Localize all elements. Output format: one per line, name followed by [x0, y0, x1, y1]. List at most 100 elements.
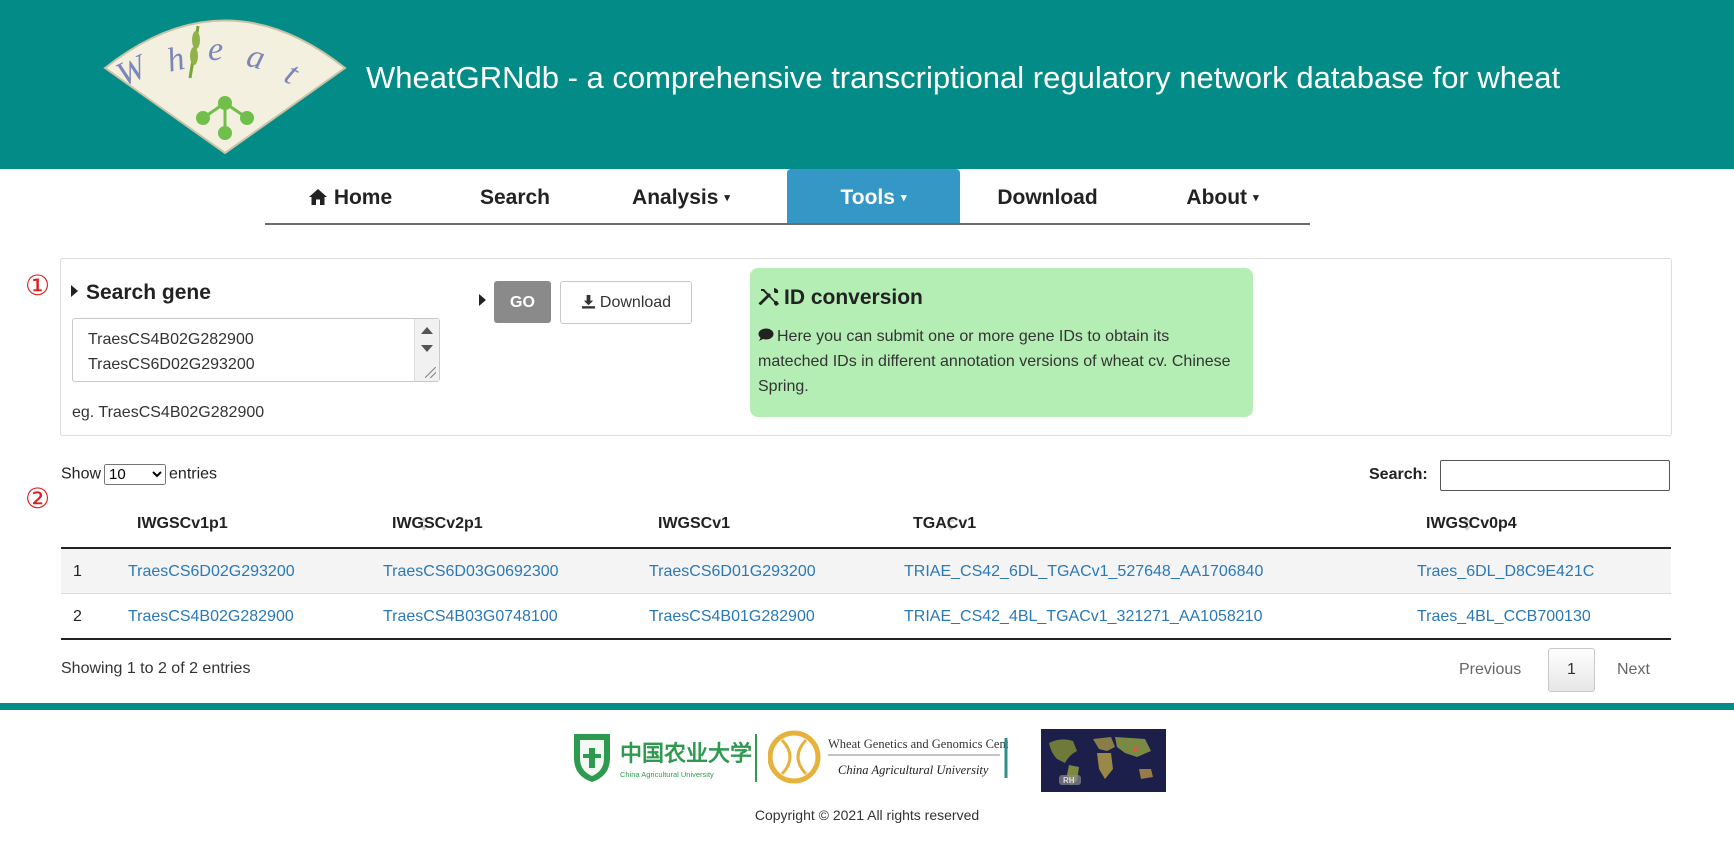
- column-label: IWGSCv1p1: [137, 515, 228, 532]
- nav-search-label: Search: [479, 186, 551, 209]
- scroll-down-icon[interactable]: [421, 345, 433, 352]
- search-panel: Search gene TraesCS4B02G282900 TraesCS6D…: [60, 258, 1672, 436]
- wggc-logo: Wheat Genetics and Genomics Center China…: [768, 730, 1008, 784]
- textarea-line: TraesCS4B02G282900: [88, 331, 254, 348]
- table-search-label: Search:: [1369, 466, 1428, 483]
- table-cell: Traes_6DL_D8C9E421C: [1417, 548, 1671, 594]
- results-table: IWGSCv1p1 IWGSCv2p1 IWGSCv1 TGACv1 IWGSC…: [61, 503, 1671, 640]
- nav-about-label: About: [1186, 186, 1248, 209]
- column-header-tgacv1[interactable]: TGACv1: [904, 503, 1417, 549]
- table-cell: TRIAE_CS42_6DL_TGACv1_527648_AA1706840: [904, 548, 1417, 594]
- table-cell: TraesCS6D01G293200: [649, 548, 904, 594]
- cau-english-name: China Agricultural University: [620, 770, 714, 779]
- row-index: 1: [73, 563, 82, 580]
- nav-tools[interactable]: Tools ▾: [787, 169, 960, 223]
- download-button-label: Download: [599, 294, 672, 311]
- caret-down-icon: ▾: [900, 192, 907, 205]
- gene-link[interactable]: TraesCS4B03G0748100: [383, 608, 558, 626]
- row-index: 2: [73, 608, 82, 625]
- wggc-subtitle: China Agricultural University: [838, 763, 989, 777]
- gene-link[interactable]: TraesCS6D02G293200: [128, 563, 295, 581]
- table-cell: Traes_4BL_CCB700130: [1417, 593, 1671, 640]
- main-nav: Home Search Analysis ▾ Tools ▾ Download Ab…: [265, 169, 1310, 225]
- gene-link[interactable]: TRIAE_CS42_6DL_TGACv1_527648_AA1706840: [904, 563, 1263, 581]
- table-cell: TraesCS6D02G293200: [128, 548, 383, 594]
- caret-down-icon: ▾: [1253, 192, 1259, 205]
- table-cell-index: 1: [61, 548, 128, 594]
- gene-link[interactable]: TRIAE_CS42_4BL_TGACv1_321271_AA1058210: [904, 608, 1262, 626]
- table-cell: TraesCS6D03G0692300: [383, 548, 649, 594]
- caret-right-icon: [479, 294, 486, 306]
- column-label: IWGSCv1: [658, 515, 731, 532]
- gene-link[interactable]: TraesCS4B01G282900: [649, 608, 815, 626]
- id-conversion-description: Here you can submit one or more gene IDs…: [758, 324, 1238, 399]
- scroll-up-icon[interactable]: [421, 327, 433, 334]
- table-cell: TraesCS4B02G282900: [128, 593, 383, 640]
- copyright-text: Copyright © 2021 All rights reserved: [754, 807, 980, 823]
- table-cell-index: 2: [61, 593, 128, 640]
- column-label: IWGSCv2p1: [392, 515, 483, 532]
- resize-handle-icon[interactable]: [425, 367, 436, 378]
- gene-id-textarea[interactable]: TraesCS4B02G282900 TraesCS6D02G293200: [72, 318, 440, 382]
- pagination-page-1[interactable]: 1: [1548, 648, 1595, 692]
- download-icon: [581, 294, 595, 309]
- gene-link[interactable]: TraesCS4B02G282900: [128, 608, 294, 626]
- nav-analysis[interactable]: Analysis ▾: [595, 169, 767, 223]
- table-info: Showing 1 to 2 of 2 entries: [61, 660, 251, 677]
- gene-link[interactable]: Traes_6DL_D8C9E421C: [1417, 563, 1594, 581]
- column-header-iwgscv2p1[interactable]: IWGSCv2p1: [383, 503, 955, 549]
- table-header-row: IWGSCv1p1 IWGSCv2p1 IWGSCv1 TGACv1 IWGSC…: [61, 503, 1671, 549]
- id-conversion-heading: ID conversion: [758, 286, 923, 310]
- id-conversion-title: ID conversion: [784, 286, 923, 309]
- map-label: RH: [1063, 776, 1075, 785]
- column-header-iwgscv1[interactable]: IWGSCv1: [649, 503, 1471, 549]
- nav-home[interactable]: Home: [265, 169, 435, 223]
- svg-text:e: e: [208, 31, 223, 68]
- nav-home-label: Home: [333, 186, 393, 209]
- footer-divider: [0, 703, 1734, 710]
- id-conversion-box: ID conversion Here you can submit one or…: [750, 268, 1253, 417]
- search-gene-title: Search gene: [86, 281, 211, 304]
- table-cell: TraesCS4B03G0748100: [383, 593, 649, 640]
- pagination-previous[interactable]: Previous: [1459, 661, 1521, 679]
- annotation-marker-2: ②: [25, 483, 51, 514]
- cau-chinese-name: 中国农业大学: [620, 741, 752, 767]
- wheat-logo: W h e a t: [103, 19, 347, 155]
- nav-search[interactable]: Search: [435, 169, 595, 223]
- length-suffix: entries: [169, 465, 218, 483]
- table-row: 2 TraesCS4B02G282900 TraesCS4B03G0748100…: [61, 593, 1671, 640]
- search-gene-heading: Search gene: [71, 281, 211, 305]
- entries-length-control: Show 10 entries: [61, 464, 217, 485]
- column-header-iwgscv0p4[interactable]: IWGSCv0p4: [1417, 503, 1671, 549]
- annotation-marker-1: ①: [25, 270, 51, 301]
- comment-icon: [758, 328, 774, 341]
- nav-tools-label: Tools: [840, 186, 895, 209]
- site-title: WheatGRNdb - a comprehensive transcripti…: [366, 60, 1561, 95]
- site-header: W h e a t WheatGRNdb - a comprehensive t…: [0, 0, 1734, 169]
- column-label: IWGSCv0p4: [1426, 515, 1517, 532]
- column-label: TGACv1: [913, 515, 977, 532]
- table-search-input[interactable]: [1440, 460, 1670, 491]
- caret-right-icon: [71, 285, 78, 297]
- nav-download-label: Download: [997, 186, 1098, 209]
- entries-select[interactable]: 10: [104, 464, 167, 485]
- go-button[interactable]: GO: [494, 281, 551, 323]
- length-prefix: Show: [61, 465, 102, 483]
- column-header-iwgscv1p1[interactable]: IWGSCv1p1: [128, 503, 428, 549]
- table-row: 1 TraesCS6D02G293200 TraesCS6D03G0692300…: [61, 548, 1671, 594]
- nav-analysis-label: Analysis: [632, 186, 719, 209]
- pagination-next[interactable]: Next: [1617, 661, 1650, 679]
- download-button[interactable]: Download: [560, 281, 692, 324]
- gene-link[interactable]: Traes_4BL_CCB700130: [1417, 608, 1591, 626]
- tools-icon: [758, 288, 779, 306]
- home-icon: [308, 189, 327, 205]
- gene-link[interactable]: TraesCS6D01G293200: [649, 563, 816, 581]
- example-text: eg. TraesCS4B02G282900: [72, 404, 265, 421]
- gene-link[interactable]: TraesCS6D03G0692300: [383, 563, 559, 581]
- table-cell: TraesCS4B01G282900: [649, 593, 904, 640]
- cau-logo: 中国农业大学 China Agricultural University: [574, 734, 757, 782]
- table-cell: TRIAE_CS42_4BL_TGACv1_321271_AA1058210: [904, 593, 1417, 640]
- nav-download[interactable]: Download: [960, 169, 1135, 223]
- world-map-image: RH: [1041, 729, 1166, 792]
- nav-about[interactable]: About ▾: [1135, 169, 1310, 223]
